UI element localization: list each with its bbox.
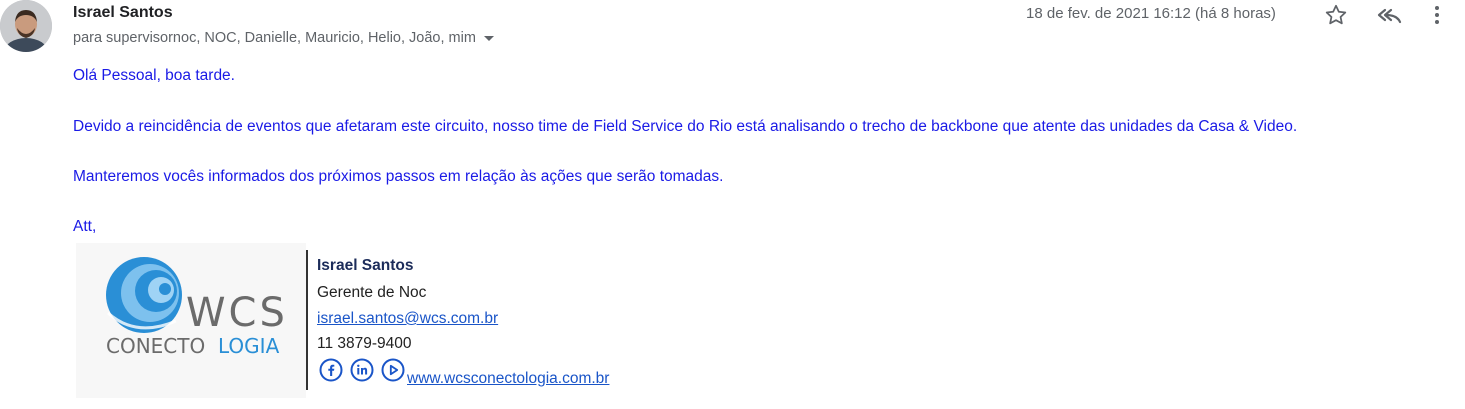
recipients-text: para supervisornoc, NOC, Danielle, Mauri… — [73, 30, 476, 46]
greeting: Olá Pessoal, boa tarde. — [73, 67, 235, 84]
logo-logia-text: LOGIA — [218, 334, 280, 358]
signature-role: Gerente de Noc — [317, 284, 427, 301]
facebook-icon[interactable] — [319, 358, 343, 382]
star-icon[interactable] — [1323, 2, 1349, 28]
sender-avatar[interactable] — [0, 0, 52, 52]
more-options-icon[interactable] — [1427, 2, 1447, 28]
signature-website-link[interactable]: www.wcsconectologia.com.br — [407, 370, 609, 388]
logo-conecto-text: CONECTO — [106, 334, 205, 358]
linkedin-icon[interactable] — [350, 358, 374, 382]
body-paragraph-2: Manteremos vocês informados dos próximos… — [73, 168, 724, 185]
reply-all-icon[interactable] — [1373, 2, 1403, 28]
recipients-line: para supervisornoc, NOC, Danielle, Mauri… — [73, 30, 494, 46]
signature-phone: 11 3879-9400 — [317, 335, 412, 352]
signature-divider — [306, 250, 308, 390]
message-date: 18 de fev. de 2021 16:12 (há 8 horas) — [1026, 5, 1276, 22]
body-paragraph-1: Devido a reincidência de eventos que afe… — [73, 118, 1298, 135]
company-logo: WCS CONECTO LOGIA — [76, 243, 306, 398]
signature-name: Israel Santos — [317, 257, 414, 274]
show-details-dropdown-icon[interactable] — [483, 35, 494, 41]
play-icon[interactable] — [381, 358, 405, 382]
signature-email-link[interactable]: israel.santos@wcs.com.br — [317, 310, 498, 328]
closing: Att, — [73, 218, 97, 235]
sender-name: Israel Santos — [73, 4, 173, 21]
logo-wcs-text: WCS — [186, 290, 288, 336]
